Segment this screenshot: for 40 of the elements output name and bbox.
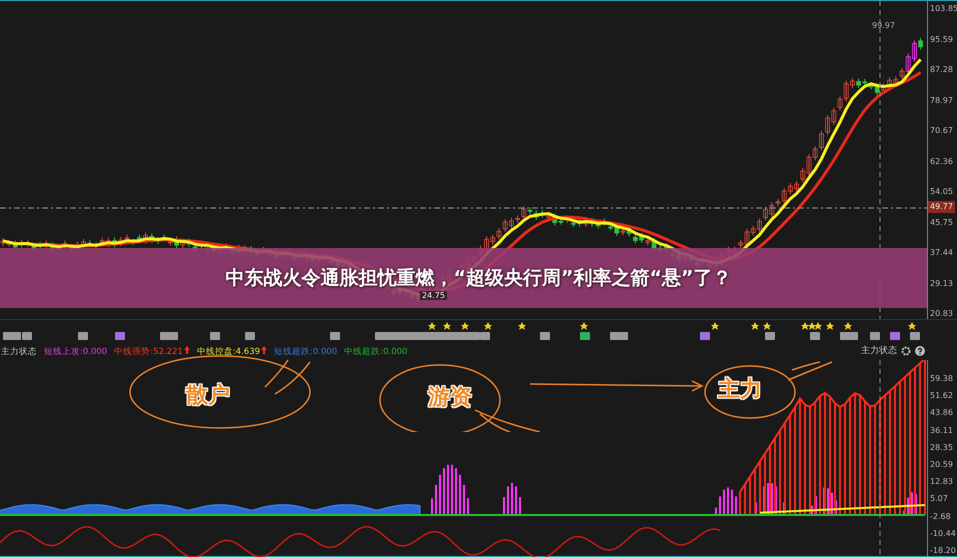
settings-icon[interactable] — [901, 346, 911, 356]
indicator-axis-tick: 51.62 — [930, 391, 954, 402]
price-axis-tick: 20.83 — [930, 309, 954, 319]
indicator-value: 中线超跌:0.000 — [344, 346, 408, 358]
headline: 中东战火令通胀担忧重燃，“超级央行周”利率之箭“悬”了？ — [226, 266, 732, 291]
annotation-text: 主力 — [718, 376, 762, 404]
price-axis-tick: 37.44 — [930, 248, 954, 258]
high-price-label: 99.97 — [872, 21, 895, 30]
indicator-axis-tick: 28.35 — [930, 442, 954, 453]
annotation-text: 游资 — [428, 384, 472, 412]
indicator-axis-tick: -2.68 — [930, 512, 952, 522]
indicator-axis-tick: -18.20 — [930, 546, 957, 556]
price-axis-tick: 103.85 — [930, 4, 957, 14]
price-axis-tick: 95.59 — [930, 34, 954, 44]
price-axis-tick: 45.75 — [930, 218, 954, 228]
indicator-value: 短线超跌:0.000 — [274, 346, 338, 358]
indicator-axis-tick: -10.44 — [930, 528, 957, 539]
price-axis-tick: 78.97 — [930, 96, 954, 106]
indicator-axis-tick: 36.11 — [930, 426, 954, 436]
indicator-axis-tick: 12.83 — [930, 477, 954, 488]
price-axis-tick: 54.05 — [930, 187, 954, 197]
indicator-value: 短线上攻:0.000 — [44, 346, 108, 358]
price-axis-tick: 62.36 — [930, 156, 954, 166]
indicator-value: 中线控盘:4.639 — [196, 346, 268, 358]
indicator-name: 主力状态 — [1, 346, 37, 358]
price-axis-tick: 29.13 — [930, 278, 954, 288]
indicator-axis-tick: 20.59 — [930, 460, 954, 470]
current-price-label: 49.77 — [928, 201, 955, 213]
up-arrow-icon — [184, 346, 190, 354]
indicator-axis-tick: 5.07 — [930, 494, 949, 504]
indicator-axis-tick: 43.86 — [930, 408, 954, 418]
help-icon[interactable] — [915, 346, 925, 356]
annotation-text: 散户 — [186, 382, 230, 410]
indicator-value: 中线强势:52.221 — [114, 346, 190, 358]
panel-title: 主力状态 — [861, 346, 897, 356]
price-axis-tick: 87.28 — [930, 65, 954, 75]
price-axis-tick: 70.67 — [930, 126, 954, 136]
up-arrow-icon — [261, 346, 268, 354]
indicator-axis-tick: 59.38 — [930, 374, 954, 384]
low-price-label: 24.75 — [420, 291, 447, 300]
